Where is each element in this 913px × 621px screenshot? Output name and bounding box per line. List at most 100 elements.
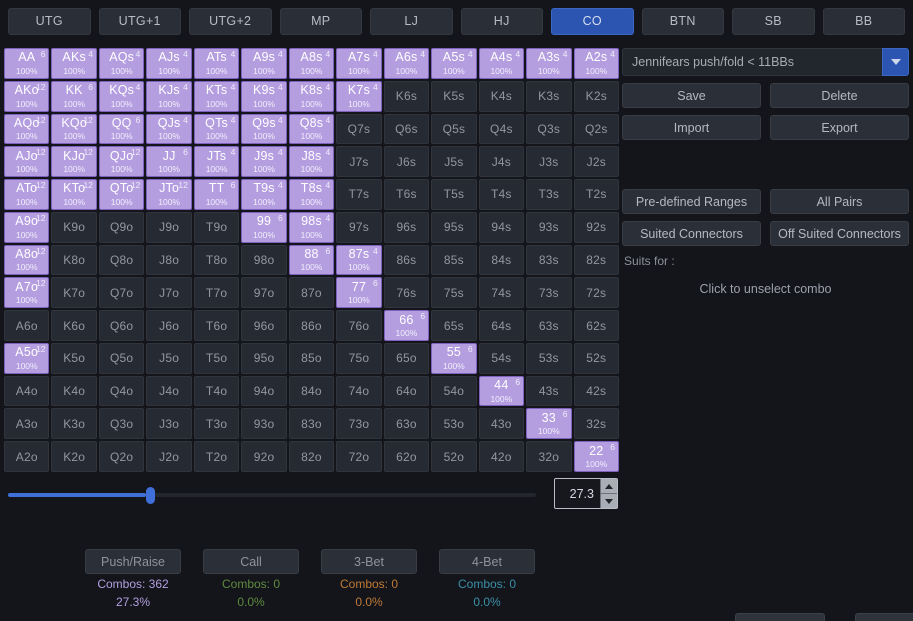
hand-cell-75o[interactable]: 75o (336, 342, 382, 374)
hand-cell-72o[interactable]: 72o (336, 441, 382, 472)
hand-cell-Q7s[interactable]: Q7s (336, 113, 382, 145)
hand-cell-64s[interactable]: 64s (478, 310, 525, 341)
action-button-4-bet[interactable]: 4-Bet (439, 549, 535, 574)
action-button-push-raise[interactable]: Push/Raise (85, 549, 181, 574)
hand-cell-J7s[interactable]: J7s (336, 146, 382, 178)
position-tab-utgplus2[interactable]: UTG+2 (189, 7, 272, 35)
bottom-button-left[interactable] (735, 613, 825, 621)
hand-cell-65s[interactable]: 65s (431, 310, 477, 341)
hand-cell-Q8o[interactable]: Q8o (98, 244, 145, 276)
hand-cell-J8s[interactable]: 4 J8s 100% (288, 146, 335, 178)
hand-cell-AJs[interactable]: 4 AJs 100% (146, 48, 192, 79)
position-tab-utg[interactable]: UTG (8, 7, 91, 35)
percent-spinner[interactable]: 27.3 (554, 478, 618, 509)
hand-cell-63s[interactable]: 63s (526, 310, 572, 341)
position-tab-mp[interactable]: MP (279, 7, 362, 35)
hand-cell-63o[interactable]: 63o (383, 408, 430, 440)
hand-cell-TT[interactable]: 6 TT 100% (193, 179, 240, 210)
hand-cell-ATo[interactable]: 12 ATo 100% (4, 179, 50, 210)
hand-cell-Q9o[interactable]: Q9o (98, 211, 145, 243)
hand-cell-A8o[interactable]: 12 A8o 100% (4, 244, 50, 276)
hand-cell-KJs[interactable]: 4 KJs 100% (146, 80, 192, 112)
hand-cell-QQ[interactable]: 6 QQ 100% (98, 113, 145, 145)
hand-cell-95s[interactable]: 95s (431, 211, 477, 243)
hand-cell-83o[interactable]: 83o (288, 408, 335, 440)
percent-value[interactable]: 27.3 (555, 479, 600, 508)
hand-cell-43o[interactable]: 43o (478, 408, 525, 440)
hand-cell-AKs[interactable]: 4 AKs 100% (51, 48, 97, 79)
saved-range-selector[interactable]: Jennifears push/fold < 11BBs (622, 48, 909, 76)
hand-cell-QJs[interactable]: 4 QJs 100% (146, 113, 192, 145)
hand-cell-66[interactable]: 6 66 100% (383, 310, 430, 341)
hand-cell-A2s[interactable]: 4 A2s 100% (573, 48, 619, 79)
hand-cell-J5s[interactable]: J5s (431, 146, 477, 178)
hand-cell-74s[interactable]: 74s (478, 277, 525, 309)
hand-cell-73o[interactable]: 73o (336, 408, 382, 440)
hand-cell-T7o[interactable]: T7o (193, 277, 240, 309)
hand-cell-85s[interactable]: 85s (431, 244, 477, 276)
hand-cell-A5s[interactable]: 4 A5s 100% (431, 48, 477, 79)
hand-cell-A3s[interactable]: 4 A3s 100% (526, 48, 572, 79)
export-button[interactable]: Export (770, 115, 909, 140)
hand-cell-KTo[interactable]: 12 KTo 100% (51, 179, 97, 210)
hand-cell-97s[interactable]: 97s (336, 211, 382, 243)
slider-thumb[interactable] (146, 487, 155, 504)
hand-cell-T8s[interactable]: 4 T8s 100% (288, 179, 335, 210)
hand-cell-92s[interactable]: 92s (573, 211, 619, 243)
hand-cell-76o[interactable]: 76o (336, 310, 382, 341)
hand-cell-AJo[interactable]: 12 AJo 100% (4, 146, 50, 178)
hand-cell-J3o[interactable]: J3o (146, 408, 192, 440)
import-button[interactable]: Import (622, 115, 761, 140)
hand-cell-93o[interactable]: 93o (241, 408, 287, 440)
hand-cell-K8s[interactable]: 4 K8s 100% (288, 80, 335, 112)
hand-cell-93s[interactable]: 93s (526, 211, 572, 243)
hand-cell-K4s[interactable]: K4s (478, 80, 525, 112)
hand-cell-AQo[interactable]: 12 AQo 100% (4, 113, 50, 145)
hand-cell-A7s[interactable]: 4 A7s 100% (336, 48, 382, 79)
hand-cell-T7s[interactable]: T7s (336, 179, 382, 210)
hand-cell-94s[interactable]: 94s (478, 211, 525, 243)
hand-cell-T9o[interactable]: T9o (193, 211, 240, 243)
hand-cell-A3o[interactable]: A3o (4, 408, 50, 440)
position-tab-hj[interactable]: HJ (460, 7, 543, 35)
hand-cell-K3o[interactable]: K3o (51, 408, 97, 440)
hand-cell-KTs[interactable]: 4 KTs 100% (193, 80, 240, 112)
hand-cell-J3s[interactable]: J3s (526, 146, 572, 178)
hand-cell-92o[interactable]: 92o (241, 441, 287, 472)
hand-cell-K7o[interactable]: K7o (51, 277, 97, 309)
hand-cell-T5s[interactable]: T5s (431, 179, 477, 210)
hand-cell-K9s[interactable]: 4 K9s 100% (241, 80, 287, 112)
hand-cell-T6s[interactable]: T6s (383, 179, 430, 210)
bottom-button-right[interactable] (855, 613, 913, 621)
position-tab-btn[interactable]: BTN (641, 7, 724, 35)
hand-cell-87s[interactable]: 4 87s 100% (336, 244, 382, 276)
hand-cell-A4s[interactable]: 4 A4s 100% (478, 48, 525, 79)
hand-cell-A8s[interactable]: 4 A8s 100% (288, 48, 335, 79)
hand-cell-74o[interactable]: 74o (336, 375, 382, 407)
hand-cell-Q2o[interactable]: Q2o (98, 441, 145, 472)
position-tab-bb[interactable]: BB (822, 7, 905, 35)
all-pairs-button[interactable]: All Pairs (770, 189, 909, 214)
hand-cell-T3s[interactable]: T3s (526, 179, 572, 210)
hand-cell-T4s[interactable]: T4s (478, 179, 525, 210)
hand-cell-83s[interactable]: 83s (526, 244, 572, 276)
hand-cell-A4o[interactable]: A4o (4, 375, 50, 407)
hand-cell-42s[interactable]: 42s (573, 375, 619, 407)
hand-cell-J4s[interactable]: J4s (478, 146, 525, 178)
hand-cell-Q2s[interactable]: Q2s (573, 113, 619, 145)
hand-cell-Q6s[interactable]: Q6s (383, 113, 430, 145)
hand-cell-K4o[interactable]: K4o (51, 375, 97, 407)
hand-cell-62o[interactable]: 62o (383, 441, 430, 472)
hand-cell-T2o[interactable]: T2o (193, 441, 240, 472)
saved-range-value[interactable]: Jennifears push/fold < 11BBs (622, 48, 882, 76)
position-tab-co[interactable]: CO (551, 7, 634, 35)
hand-cell-A9o[interactable]: 12 A9o 100% (4, 211, 50, 243)
hand-cell-J4o[interactable]: J4o (146, 375, 192, 407)
hand-cell-Q3o[interactable]: Q3o (98, 408, 145, 440)
hand-cell-T8o[interactable]: T8o (193, 244, 240, 276)
hand-cell-J2o[interactable]: J2o (146, 441, 192, 472)
hand-cell-94o[interactable]: 94o (241, 375, 287, 407)
hand-cell-82s[interactable]: 82s (573, 244, 619, 276)
predefined-ranges-button[interactable]: Pre-defined Ranges (622, 189, 761, 214)
hand-cell-T5o[interactable]: T5o (193, 342, 240, 374)
